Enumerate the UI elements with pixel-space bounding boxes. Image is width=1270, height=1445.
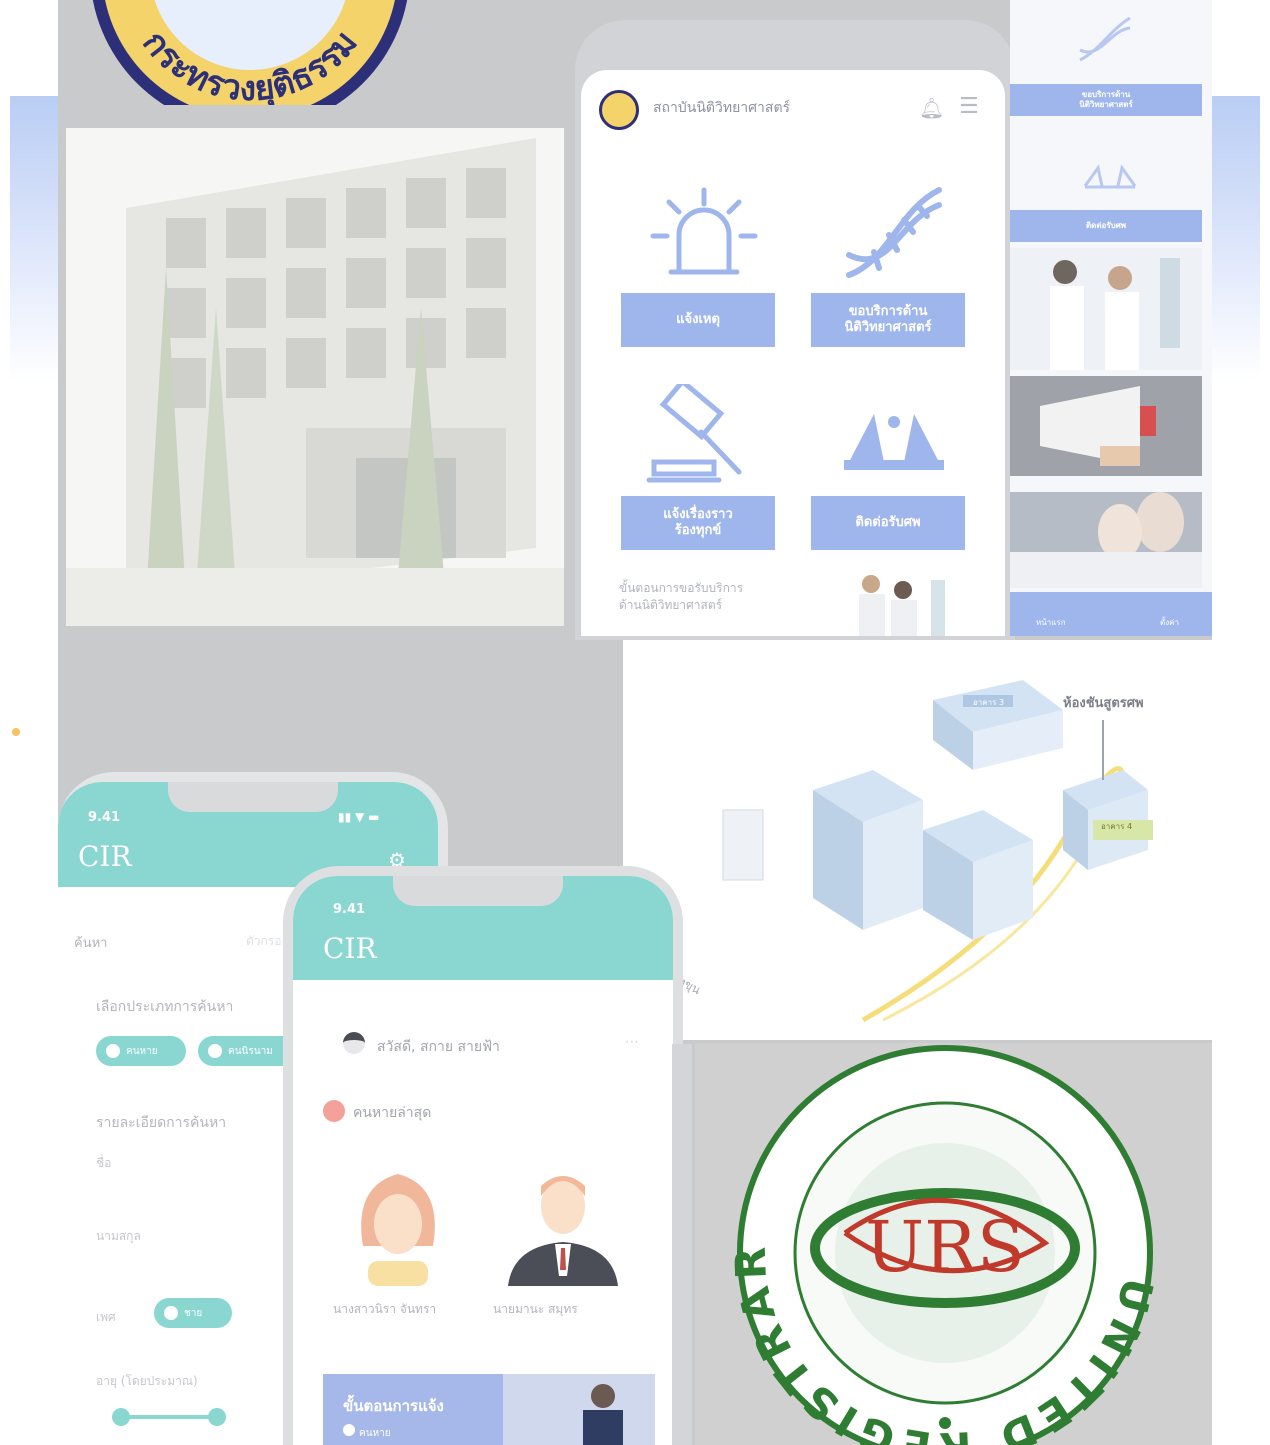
report-steps-banner[interactable]: ขั้นตอนการแจ้ง คนหาย (323, 1374, 655, 1445)
body-feet-photo (1010, 492, 1202, 588)
hamburger-menu-icon[interactable]: ☰ (959, 94, 979, 119)
dna-icon (846, 187, 942, 278)
phone-notch (393, 876, 563, 906)
pill-label: คนหาย (126, 1045, 158, 1057)
radio-icon (106, 1044, 120, 1058)
radio-icon (208, 1044, 222, 1058)
nav-settings[interactable]: ตั้งค่า (1160, 616, 1179, 629)
person-name[interactable]: นางสาวนิรา จันทรา (333, 1300, 436, 1319)
service-button-report[interactable]: แจ้งเหตุ (621, 293, 775, 347)
service-button-complaint[interactable]: แจ้งเรื่องราว ร้องทุกข์ (621, 496, 775, 550)
cir-logo: CIR (323, 932, 377, 965)
app-title: สถาบันนิติวิทยาศาสตร์ (653, 100, 791, 116)
banner-bullet-icon (343, 1424, 355, 1436)
phone-notch (168, 782, 338, 812)
building-tag-4: อาคาร 4 (1101, 822, 1133, 831)
gender-male-toggle[interactable]: ชาย (154, 1298, 232, 1328)
gavel-icon (646, 384, 742, 483)
greeting-text: สวัสดี, สกาย สายฟ้า (377, 1039, 500, 1055)
age-slider-min-handle[interactable] (112, 1408, 130, 1426)
strip-button-body-pickup[interactable]: ติดต่อรับศพ (1010, 210, 1202, 242)
ministry-seal-logo: กระทรวงยุติธรรม (92, 0, 408, 105)
lab-workers-photo (1010, 248, 1202, 370)
hands-icon (844, 414, 944, 470)
lab-staff-image (859, 575, 945, 636)
user-avatar (343, 1032, 365, 1054)
pill-label: คนนิรนาม (228, 1045, 273, 1057)
status-time: 9.41 (333, 902, 366, 917)
operator-photo (503, 1374, 655, 1445)
app-header: สถาบันนิติวิทยาศาสตร์ 🔔︎ ☰ (581, 70, 1005, 142)
dna-icon (1079, 16, 1131, 62)
autopsy-room-label: ห้องชันสูตรศพ (1063, 696, 1144, 711)
filter-link[interactable]: ตัวกรอง (246, 932, 287, 951)
service-button-body-pickup[interactable]: ติดต่อรับศพ (811, 496, 965, 550)
search-detail-title: รายละเอียดการค้นหา (96, 1115, 227, 1131)
pill-label: ชาย (184, 1307, 203, 1319)
urs-logo: UNITED REGISTRAR OF SYSTEMS URS (695, 1043, 1157, 1445)
svg-text:URS: URS (865, 1206, 1025, 1288)
forensic-app-screen: สถาบันนิติวิทยาศาสตร์ 🔔︎ ☰ แจ้งเหตุ ขอบร… (581, 70, 1005, 636)
urs-certification-panel: UNITED REGISTRAR OF SYSTEMS URS (695, 1043, 1212, 1445)
office-building-photo (66, 128, 564, 626)
banner-title: ขั้นตอนการแจ้ง (343, 1397, 444, 1415)
recent-missing-title: คนหายล่าสุด (353, 1105, 432, 1121)
cir-home-screen: 9.41 CIR สวัสดี, สกาย สายฟ้า ⋯ คนหายล่าส… (293, 876, 673, 1445)
male-avatar[interactable] (503, 1166, 623, 1286)
person-name[interactable]: นายมานะ สมุทร (493, 1300, 578, 1319)
orange-dot (12, 728, 20, 736)
bottom-nav: หน้าแรก ตั้งค่า (1010, 592, 1212, 636)
forensic-app-list-strip: ขอบริการด้าน นิติวิทยาศาสตร์ ติดต่อรับศพ… (1010, 0, 1212, 636)
missing-person-icon (323, 1100, 345, 1122)
status-time: 9.41 (88, 810, 121, 825)
search-title: ค้นหา (74, 936, 108, 951)
radio-icon (164, 1306, 178, 1320)
age-slider-max-handle[interactable] (208, 1408, 226, 1426)
third-phone-edge (672, 1044, 692, 1445)
bell-icon[interactable]: 🔔︎ (919, 96, 944, 120)
service-button-forensic-request[interactable]: ขอบริการด้าน นิติวิทยาศาสตร์ (811, 293, 965, 347)
gender-label: เพศ (96, 1310, 116, 1324)
age-slider-track[interactable] (120, 1415, 220, 1419)
more-icon[interactable]: ⋯ (625, 1034, 639, 1050)
hands-icon (1083, 164, 1137, 189)
status-icons: ▮▮ ▼ ▬ (338, 810, 380, 824)
service-steps-link[interactable]: ขั้นตอนการขอรับบริการ ด้านนิติวิทยาศาสตร… (619, 580, 809, 615)
search-type-missing[interactable]: คนหาย (96, 1036, 186, 1066)
campus-isometric-diagram: ห้องชันสูตรศพ บ้านม่วง - บางขุน อาคาร 3 … (623, 640, 1212, 1040)
building-tag-3: อาคาร 3 (973, 698, 1005, 707)
age-label: อายุ (โดยประมาณ) (96, 1374, 198, 1388)
institute-logo (599, 90, 639, 130)
female-avatar[interactable] (353, 1166, 443, 1286)
megaphone-photo (1010, 376, 1202, 476)
search-type-title: เลือกประเภทการค้นหา (96, 999, 234, 1015)
cir-logo: CIR (78, 840, 132, 873)
last-name-field[interactable]: นามสกุล (96, 1227, 141, 1246)
nav-home[interactable]: หน้าแรก (1036, 616, 1066, 629)
strip-button-forensic-request[interactable]: ขอบริการด้าน นิติวิทยาศาสตร์ (1010, 84, 1202, 116)
siren-icon (650, 187, 758, 275)
banner-subtitle: คนหาย (359, 1428, 391, 1439)
first-name-field[interactable]: ชื่อ (96, 1154, 111, 1173)
